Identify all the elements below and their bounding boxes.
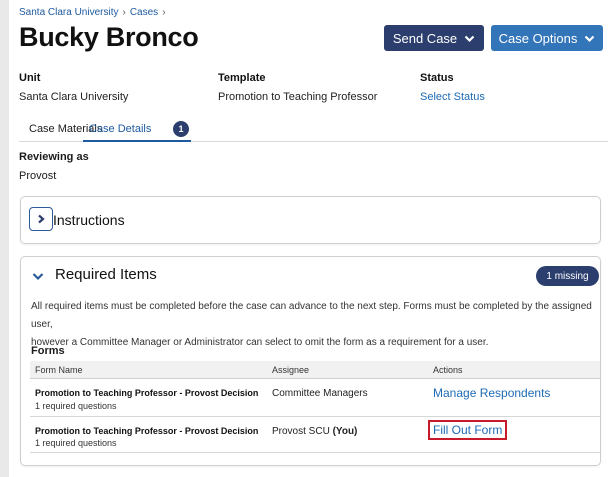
required-items-title: Required Items [55, 266, 157, 283]
tab-count-badge: 1 [173, 121, 189, 137]
column-header-assignee: Assignee [272, 365, 310, 375]
assignee-you-tag: (You) [332, 426, 358, 437]
form-required-count: 1 required questions [35, 401, 117, 411]
breadcrumb: Santa Clara University › Cases › [19, 7, 170, 18]
form-name: Promotion to Teaching Professor - Provos… [35, 388, 259, 398]
assignee-name: Provost SCU [272, 426, 330, 437]
missing-count-badge: 1 missing [536, 266, 599, 286]
form-assignee: Committee Managers [272, 388, 368, 399]
row-divider [30, 452, 600, 453]
breadcrumb-link-university[interactable]: Santa Clara University [19, 7, 118, 18]
breadcrumb-link-cases[interactable]: Cases [130, 7, 158, 18]
status-label: Status [420, 72, 454, 84]
forms-heading: Forms [31, 345, 65, 357]
row-divider [30, 416, 600, 417]
form-assignee: Provost SCU (You) [272, 426, 357, 437]
fill-out-form-link[interactable]: Fill Out Form [428, 420, 508, 440]
reviewing-as-value: Provost [19, 170, 57, 182]
send-case-label: Send Case [392, 30, 458, 46]
case-options-label: Case Options [498, 30, 578, 46]
column-header-form-name: Form Name [35, 365, 83, 375]
chevron-right-icon [36, 214, 46, 224]
instructions-title: Instructions [53, 212, 125, 228]
tab-case-details[interactable]: Case Details [89, 123, 151, 135]
send-case-button[interactable]: Send Case [384, 25, 484, 51]
manage-respondents-link[interactable]: Manage Respondents [433, 386, 550, 400]
instructions-expand-button[interactable] [29, 207, 53, 231]
template-label: Template [218, 72, 266, 84]
column-header-actions: Actions [433, 365, 463, 375]
reviewing-as-label: Reviewing as [19, 151, 89, 163]
required-items-description: All required items must be completed bef… [31, 298, 601, 352]
description-line: however a Committee Manager or Administr… [31, 337, 489, 348]
breadcrumb-separator: › [162, 7, 166, 18]
select-status-link[interactable]: Select Status [420, 91, 485, 103]
page-frame: Santa Clara University › Cases › Bucky Bron… [9, 0, 608, 477]
chevron-down-icon[interactable] [32, 270, 44, 282]
template-value: Promotion to Teaching Professor [218, 91, 378, 103]
unit-value: Santa Clara University [19, 91, 129, 103]
forms-table-header [30, 361, 600, 379]
form-required-count: 1 required questions [35, 438, 117, 448]
form-name: Promotion to Teaching Professor - Provos… [35, 426, 259, 436]
description-line: All required items must be completed bef… [31, 301, 592, 330]
active-tab-indicator [83, 140, 191, 142]
chevron-down-icon [464, 33, 475, 44]
unit-label: Unit [19, 72, 41, 84]
case-options-button[interactable]: Case Options [491, 25, 603, 51]
chevron-down-icon [584, 33, 595, 44]
breadcrumb-separator: › [122, 7, 126, 18]
page-title: Bucky Bronco [19, 22, 199, 52]
